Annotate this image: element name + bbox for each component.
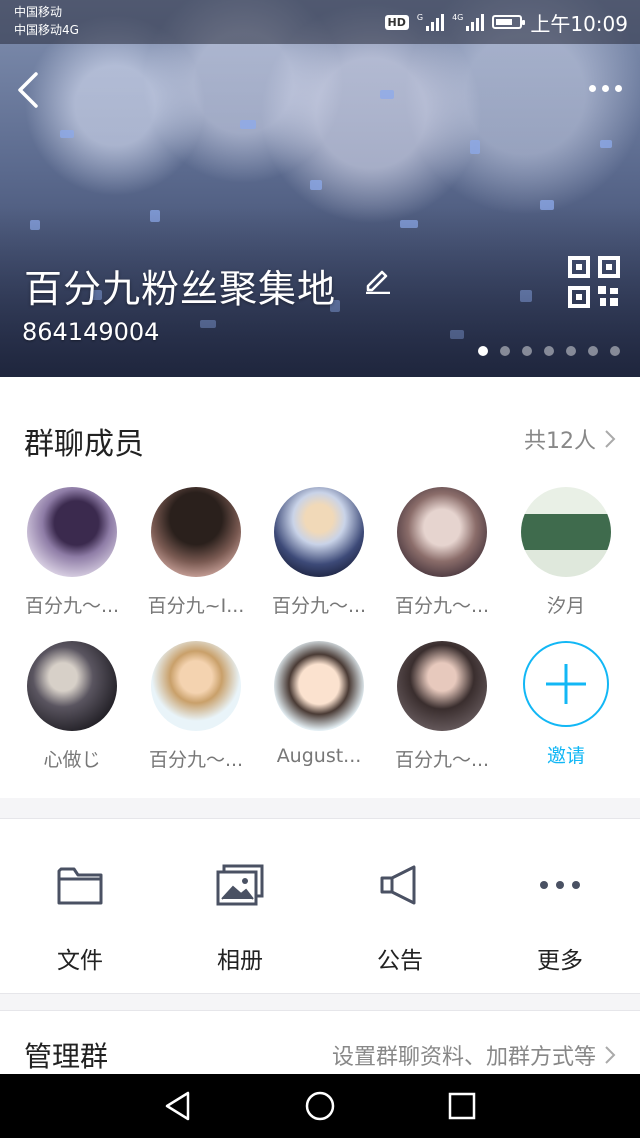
nav-back-icon[interactable] <box>162 1090 194 1122</box>
nav-home-icon[interactable] <box>304 1090 336 1122</box>
more-options-icon[interactable] <box>582 80 622 96</box>
back-arrow-icon[interactable] <box>14 70 44 110</box>
members-count-link[interactable]: 共12人 <box>524 423 616 455</box>
members-section: 群聊成员 共12人 百分九～... 百分九~I... 百分九～... 百分九～.… <box>0 377 640 798</box>
signal-4g-icon: 4G <box>452 13 485 31</box>
member-avatar <box>521 487 611 577</box>
member-item[interactable]: 百分九～... <box>382 487 502 618</box>
member-avatar <box>274 641 364 731</box>
quick-actions: 文件 相册 公告 更多 <box>0 818 640 994</box>
folder-icon <box>57 867 103 905</box>
manage-group-desc-wrap: 设置群聊资料、加群方式等 <box>332 1039 616 1071</box>
member-item[interactable]: 百分九～... <box>382 641 502 772</box>
edit-pencil-icon[interactable] <box>364 266 392 294</box>
chevron-right-icon <box>605 1046 616 1064</box>
page-dot <box>588 346 598 356</box>
member-avatar <box>27 641 117 731</box>
album-button[interactable]: 相册 <box>160 819 320 993</box>
more-label: 更多 <box>537 948 583 974</box>
member-avatar <box>27 487 117 577</box>
files-button[interactable]: 文件 <box>0 819 160 993</box>
member-name: 心做じ <box>43 749 101 771</box>
member-item[interactable]: 百分九~I... <box>136 487 256 618</box>
member-item[interactable]: August... <box>259 641 379 767</box>
member-item[interactable]: 百分九～... <box>259 487 379 618</box>
more-icon <box>540 881 580 889</box>
carrier-label: 中国移动 <box>14 5 63 19</box>
member-name: 汐月 <box>546 595 585 617</box>
manage-group-description: 设置群聊资料、加群方式等 <box>331 1045 596 1070</box>
member-avatar <box>151 487 241 577</box>
member-name: 百分九～... <box>24 595 120 617</box>
member-avatar <box>151 641 241 731</box>
member-avatar <box>274 487 364 577</box>
members-title: 群聊成员 <box>24 427 144 462</box>
member-name: 百分九～... <box>394 595 490 617</box>
member-item[interactable]: 百分九～... <box>12 487 132 618</box>
qr-code-icon[interactable] <box>568 256 620 308</box>
album-label: 相册 <box>217 948 263 974</box>
invite-member-button[interactable]: 邀请 <box>506 641 626 768</box>
chevron-right-icon <box>605 430 616 448</box>
manage-group-title: 管理群 <box>24 1040 109 1073</box>
page-dot <box>522 346 532 356</box>
hd-badge: HD <box>384 14 409 30</box>
member-avatar <box>397 487 487 577</box>
invite-label: 邀请 <box>546 745 585 767</box>
clock: 上午10:09 <box>530 11 628 36</box>
more-button[interactable]: 更多 <box>480 819 640 993</box>
announcement-icon <box>380 865 416 905</box>
plus-icon <box>523 641 609 727</box>
banner-confetti <box>380 90 394 99</box>
member-item[interactable]: 百分九～... <box>136 641 256 772</box>
banner-confetti <box>310 180 322 190</box>
member-item[interactable]: 心做じ <box>12 641 132 772</box>
manage-group-row[interactable]: 管理群 设置群聊资料、加群方式等 <box>0 1010 640 1075</box>
page-dot <box>610 346 620 356</box>
member-name: 百分九～... <box>271 595 367 617</box>
group-id: 864149004 <box>22 318 160 346</box>
page-dot <box>478 346 488 356</box>
banner-page-indicator <box>478 346 620 356</box>
system-nav-bar <box>0 1074 640 1138</box>
page-dot <box>500 346 510 356</box>
carrier-label: 中国移动4G <box>14 23 79 37</box>
banner-confetti <box>60 130 74 138</box>
member-avatar <box>397 641 487 731</box>
member-name: August... <box>276 745 362 767</box>
signal-icon: G <box>417 13 445 31</box>
banner-confetti <box>600 140 612 148</box>
member-name: 百分九～... <box>148 749 244 771</box>
battery-icon <box>492 15 526 29</box>
banner-confetti <box>240 120 256 129</box>
page-dot <box>566 346 576 356</box>
group-name: 百分九粉丝聚集地 <box>24 267 337 311</box>
album-icon <box>216 864 264 906</box>
status-bar: 中国移动 中国移动4G HD G 4G 上午10:09 <box>0 0 640 44</box>
nav-recents-icon[interactable] <box>446 1090 478 1122</box>
announcement-label: 公告 <box>377 948 423 974</box>
members-count: 共12人 <box>524 429 596 454</box>
group-banner[interactable]: 百分九粉丝聚集地 864149004 <box>0 0 640 377</box>
banner-confetti <box>470 140 480 154</box>
member-name: 百分九~I... <box>147 595 245 617</box>
member-name: 百分九～... <box>394 749 490 771</box>
announcement-button[interactable]: 公告 <box>320 819 480 993</box>
page-dot <box>544 346 554 356</box>
member-item[interactable]: 汐月 <box>506 487 626 618</box>
files-label: 文件 <box>57 948 103 974</box>
